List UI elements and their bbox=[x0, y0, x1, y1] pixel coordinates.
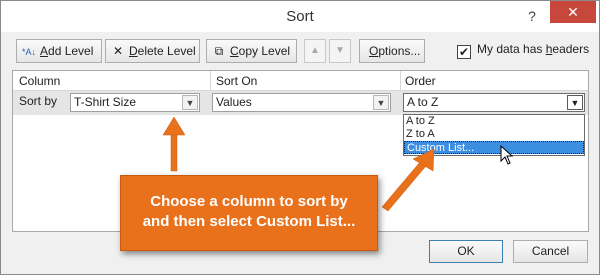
sort-by-label: Sort by bbox=[19, 94, 58, 108]
sort-on-select-value: Values bbox=[216, 95, 252, 109]
dialog-title: Sort bbox=[286, 8, 314, 25]
toolbar: *A↓ Add Level ✕ Delete Level ⧉ Copy Level ▲… bbox=[1, 32, 599, 66]
order-option[interactable]: Z to A bbox=[404, 128, 584, 141]
options-button[interactable]: Options... bbox=[359, 39, 425, 63]
delete-level-button[interactable]: ✕ Delete Level bbox=[105, 39, 200, 63]
delete-level-mnemonic: D bbox=[129, 44, 138, 58]
help-button[interactable]: ? bbox=[520, 5, 544, 27]
column-header-order: Order bbox=[405, 74, 436, 88]
header-divider bbox=[400, 71, 401, 91]
headers-checkbox-label-pre: My data has bbox=[477, 42, 546, 56]
chevron-down-icon[interactable]: ▼ bbox=[373, 95, 389, 110]
headers-checkbox-label-post: eaders bbox=[552, 42, 590, 56]
headers-checkbox[interactable]: ✔ bbox=[457, 45, 471, 59]
order-option-selected[interactable]: Custom List... bbox=[404, 141, 584, 154]
options-label: ptions... bbox=[378, 44, 421, 58]
copy-level-button[interactable]: ⧉ Copy Level bbox=[206, 39, 297, 63]
order-select[interactable]: A to Z ▼ bbox=[403, 93, 585, 112]
sort-dialog: Sort ? ✕ *A↓ Add Level ✕ Delete Level ⧉ Cop… bbox=[0, 0, 600, 275]
add-level-button[interactable]: *A↓ Add Level bbox=[16, 39, 102, 63]
mouse-cursor-icon bbox=[500, 145, 514, 165]
order-option[interactable]: A to Z bbox=[404, 115, 584, 128]
grid-header: Column Sort On Order bbox=[13, 71, 588, 91]
options-mnemonic: O bbox=[369, 44, 379, 58]
title-bar: Sort ? ✕ bbox=[1, 1, 599, 32]
add-level-icon: *A↓ bbox=[21, 47, 36, 57]
copy-level-mnemonic: C bbox=[230, 44, 239, 58]
order-dropdown-list: A to Z Z to A Custom List... bbox=[403, 114, 585, 156]
close-button[interactable]: ✕ bbox=[550, 1, 596, 23]
column-header-sort-on: Sort On bbox=[216, 74, 258, 88]
add-level-label: dd Level bbox=[48, 44, 94, 58]
delete-level-label: elete Level bbox=[137, 44, 196, 58]
callout-line-2: and then select Custom List... bbox=[142, 213, 356, 230]
sort-on-select[interactable]: Values ▼ bbox=[212, 93, 391, 112]
column-select[interactable]: T-Shirt Size ▼ bbox=[70, 93, 200, 112]
order-select-value: A to Z bbox=[407, 95, 439, 109]
delete-icon: ✕ bbox=[112, 44, 124, 58]
move-up-button[interactable]: ▲ bbox=[304, 39, 326, 63]
ok-button[interactable]: OK bbox=[429, 240, 503, 263]
column-select-value: T-Shirt Size bbox=[74, 95, 137, 109]
headers-checkbox-row[interactable]: ✔ My data has headers bbox=[457, 42, 589, 59]
callout-line-1: Choose a column to sort by bbox=[150, 193, 348, 210]
copy-level-label: opy Level bbox=[238, 44, 291, 58]
chevron-down-icon[interactable]: ▼ bbox=[567, 95, 583, 110]
sort-level-row[interactable]: Sort by T-Shirt Size ▼ Values ▼ A to Z ▼ bbox=[13, 91, 588, 115]
add-level-mnemonic: A bbox=[40, 44, 49, 58]
header-divider bbox=[210, 71, 211, 91]
instruction-callout: Choose a column to sort by and then sele… bbox=[120, 175, 378, 251]
cancel-button[interactable]: Cancel bbox=[513, 240, 588, 263]
copy-icon: ⧉ bbox=[214, 44, 224, 58]
chevron-down-icon[interactable]: ▼ bbox=[182, 95, 198, 110]
move-down-button[interactable]: ▼ bbox=[329, 39, 351, 63]
column-header-column: Column bbox=[19, 74, 61, 88]
